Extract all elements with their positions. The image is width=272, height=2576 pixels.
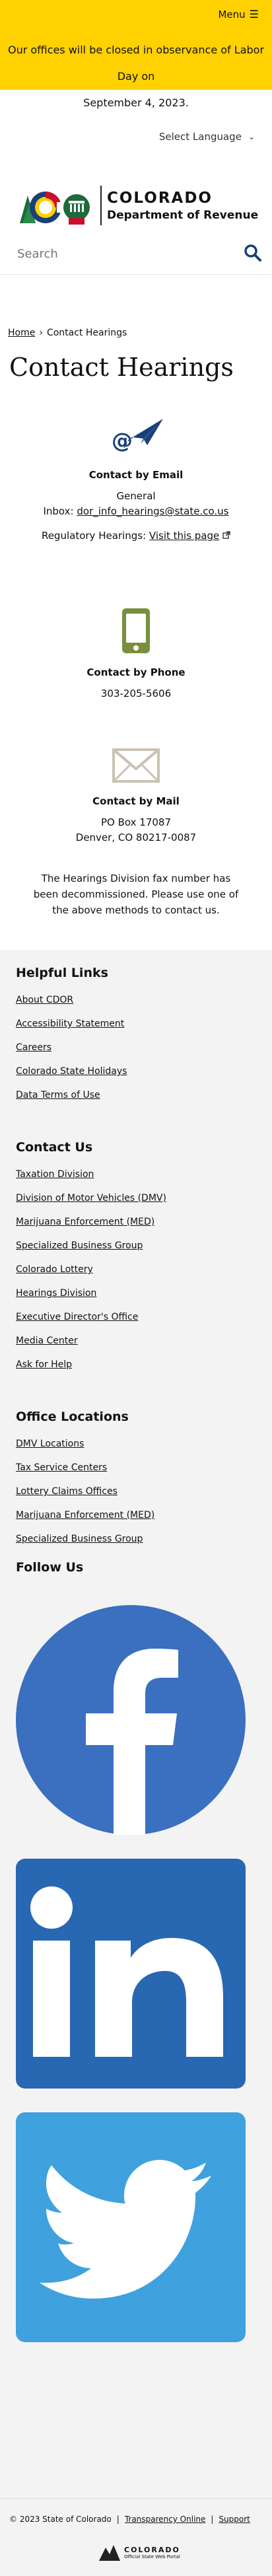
contact-phone-section: Contact by Phone 303-205-5606: [0, 607, 272, 701]
contact-mail-section: Contact by Mail PO Box 17087 Denver, CO …: [0, 748, 272, 845]
site-footer: Helpful Links About CDOR Accessibility S…: [0, 950, 272, 2576]
footer-link[interactable]: Media Center: [16, 1329, 272, 1353]
cdor-logo[interactable]: COLORADO Department of Revenue: [16, 182, 258, 229]
footer-link[interactable]: DMV Locations: [16, 1432, 272, 1456]
breadcrumb: Home › Contact Hearings: [0, 328, 272, 338]
footer-contact-us: Contact Us Taxation Division Division of…: [0, 1140, 272, 1377]
footer-link[interactable]: Taxation Division: [16, 1163, 272, 1186]
email-inbox-line: Inbox: dor_info_hearings@state.co.us: [43, 505, 229, 517]
footer-link[interactable]: Hearings Division: [16, 1281, 272, 1305]
footer-follow-us: Follow Us: [0, 1560, 272, 1575]
footer-link[interactable]: Lottery Claims Offices: [16, 1480, 272, 1503]
footer-link[interactable]: Ask for Help: [16, 1353, 272, 1377]
footer-link[interactable]: Colorado State Holidays: [16, 1059, 272, 1083]
footer-link[interactable]: Division of Motor Vehicles (DMV): [16, 1186, 272, 1210]
footer-office-locations: Office Locations DMV Locations Tax Servi…: [0, 1410, 272, 1551]
footer-link[interactable]: Colorado Lottery: [16, 1258, 272, 1281]
legal-bar: © 2023 State of Colorado | Transparency …: [0, 2498, 272, 2576]
mail-heading: Contact by Mail: [92, 795, 180, 807]
chevron-down-icon: ⌄: [248, 132, 255, 141]
breadcrumb-separator: ›: [39, 328, 43, 338]
envelope-icon: [112, 748, 160, 783]
logo-divider: [100, 186, 102, 225]
contact-email-section: @ Contact by Email General Inbox: dor_in…: [0, 415, 272, 544]
email-general-label: General: [116, 490, 156, 502]
search-bar: [0, 242, 272, 275]
external-link-icon: [222, 531, 230, 539]
menu-label: Menu: [218, 8, 246, 20]
fax-notice: The Hearings Division fax number has bee…: [33, 873, 239, 916]
email-inbox-link[interactable]: dor_info_hearings@state.co.us: [77, 505, 228, 517]
mail-po-box: PO Box 17087: [101, 816, 171, 828]
facebook-icon: [16, 1605, 246, 1835]
colorado-logo-icon: [20, 192, 90, 225]
colorado-mountain-icon: [99, 2545, 120, 2561]
contact-us-heading: Contact Us: [16, 1140, 93, 1155]
facebook-link[interactable]: [16, 1605, 246, 1838]
linkedin-icon: [16, 1859, 246, 2089]
page-title: Contact Hearings: [9, 353, 234, 382]
email-heading: Contact by Email: [88, 469, 184, 481]
footer-link[interactable]: Accessibility Statement: [16, 1012, 272, 1036]
follow-us-heading: Follow Us: [16, 1560, 84, 1575]
footer-link[interactable]: Executive Director's Office: [16, 1305, 272, 1329]
logo-wordmark: COLORADO Department of Revenue: [107, 189, 259, 222]
alert-banner: Menu ☰ Our offices will be closed in obs…: [0, 0, 272, 109]
footer-link[interactable]: About CDOR: [16, 988, 272, 1012]
mail-city: Denver, CO 80217-0087: [75, 832, 197, 843]
footer-link[interactable]: Careers: [16, 1036, 272, 1059]
regulatory-hearings-link[interactable]: Visit this page: [149, 530, 219, 542]
hamburger-icon: ☰: [249, 8, 259, 20]
email-regulatory-line: Regulatory Hearings: Visit this page: [0, 528, 272, 544]
footer-link[interactable]: Tax Service Centers: [16, 1456, 272, 1480]
search-input[interactable]: [17, 247, 215, 261]
footer-link[interactable]: Marijuana Enforcement (MED): [16, 1503, 272, 1527]
footer-helpful-links: Helpful Links About CDOR Accessibility S…: [0, 966, 272, 1107]
search-icon[interactable]: [243, 243, 263, 266]
footer-link[interactable]: Marijuana Enforcement (MED): [16, 1210, 272, 1234]
breadcrumb-current: Contact Hearings: [46, 328, 127, 338]
colorado-portal-logo[interactable]: COLORADO Official State Web Portal: [99, 2544, 180, 2561]
language-select[interactable]: Select Language ⌄: [159, 131, 255, 143]
office-locations-heading: Office Locations: [16, 1410, 129, 1424]
footer-link[interactable]: Specialized Business Group: [16, 1527, 272, 1551]
linkedin-link[interactable]: [16, 1859, 246, 2091]
language-label: Select Language: [158, 131, 242, 143]
email-paper-plane-icon: @: [112, 419, 163, 453]
menu-button[interactable]: Menu ☰: [218, 8, 259, 20]
helpful-links-heading: Helpful Links: [16, 966, 108, 980]
twitter-link[interactable]: [16, 2112, 246, 2345]
phone-icon: [122, 608, 150, 653]
footer-link[interactable]: Data Terms of Use: [16, 1083, 272, 1107]
breadcrumb-home-link[interactable]: Home: [8, 328, 35, 338]
footer-link[interactable]: Specialized Business Group: [16, 1234, 272, 1258]
social-links: [0, 1605, 272, 2345]
phone-number: 303-205-5606: [100, 688, 172, 699]
twitter-icon: [16, 2112, 246, 2342]
svg-text:@: @: [112, 428, 133, 453]
phone-heading: Contact by Phone: [86, 666, 186, 678]
